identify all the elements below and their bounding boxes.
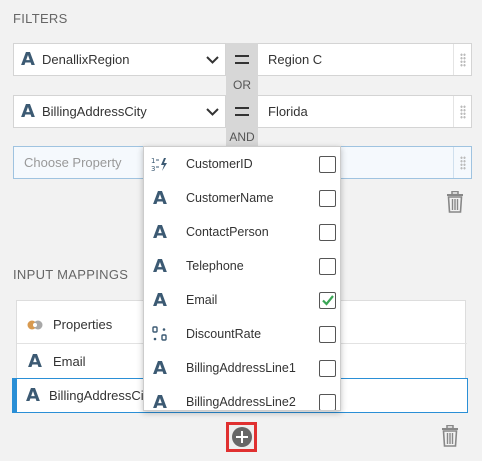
drag-handle-icon[interactable] — [453, 96, 471, 127]
decimal-type-icon — [144, 317, 176, 351]
filter-row: A DenallixRegion Region C — [13, 43, 472, 76]
mapping-label: Email — [53, 353, 86, 369]
property-label: BillingAddressCity — [42, 104, 147, 119]
checkbox[interactable] — [319, 393, 336, 410]
dropdown-item[interactable]: A BillingAddressLine2 — [144, 385, 340, 411]
auto-number-icon: 1 3 — [144, 147, 176, 181]
value-input[interactable]: Region C — [258, 43, 472, 76]
checkbox[interactable] — [319, 257, 336, 275]
dropdown-item-label: CustomerID — [186, 157, 253, 171]
operator-equals-button[interactable] — [226, 43, 258, 76]
text-type-icon: A — [153, 289, 167, 311]
checkbox[interactable] — [319, 325, 336, 343]
svg-text:1: 1 — [151, 157, 155, 165]
dropdown-item[interactable]: 1 3 CustomerID — [144, 147, 340, 181]
properties-icon — [17, 318, 53, 332]
checkbox[interactable] — [319, 223, 336, 241]
dropdown-item-label: BillingAddressLine1 — [186, 361, 296, 375]
add-mapping-button[interactable] — [226, 422, 257, 452]
dropdown-item[interactable]: A Telephone — [144, 249, 340, 283]
choose-property-placeholder: Choose Property — [24, 155, 122, 170]
property-select[interactable]: A BillingAddressCity — [13, 95, 226, 128]
checkbox[interactable] — [319, 189, 336, 207]
drag-handle-icon[interactable] — [453, 44, 471, 75]
delete-mapping-button[interactable] — [441, 424, 459, 450]
logic-and[interactable]: AND — [226, 128, 258, 146]
dropdown-item-label: BillingAddressLine2 — [186, 395, 296, 409]
equals-icon — [235, 107, 249, 116]
checkbox[interactable] — [319, 155, 336, 173]
dropdown-item[interactable]: A ContactPerson — [144, 215, 340, 249]
text-type-icon: A — [153, 221, 167, 243]
text-type-icon: A — [21, 101, 35, 122]
dropdown-item-label: Telephone — [186, 259, 244, 273]
value-input[interactable]: Florida — [258, 95, 472, 128]
text-type-icon: A — [28, 350, 42, 372]
text-type-icon: A — [153, 391, 167, 411]
text-type-icon: A — [153, 357, 167, 379]
value-text: Region C — [268, 52, 323, 67]
checkmark-icon — [321, 295, 334, 306]
checkbox-checked[interactable] — [319, 291, 336, 309]
svg-text:3: 3 — [151, 165, 155, 172]
property-select[interactable]: A DenallixRegion — [13, 43, 226, 76]
text-type-icon: A — [26, 385, 40, 406]
trash-icon — [442, 424, 458, 447]
logic-or[interactable]: OR — [226, 76, 258, 95]
dropdown-item-label: Email — [186, 293, 218, 307]
text-type-icon: A — [153, 255, 167, 277]
value-text: Florida — [268, 104, 308, 119]
dropdown-item-label: CustomerName — [186, 191, 274, 205]
chevron-down-icon[interactable] — [199, 96, 225, 127]
filter-row: A BillingAddressCity Florida — [13, 95, 472, 128]
trash-icon — [447, 190, 463, 213]
text-type-icon: A — [21, 49, 35, 70]
delete-filter-button[interactable] — [446, 190, 464, 216]
mapping-label: BillingAddressCi — [49, 388, 144, 403]
operator-equals-button[interactable] — [226, 95, 258, 128]
dropdown-item-label: ContactPerson — [186, 225, 269, 239]
dropdown-item[interactable]: A CustomerName — [144, 181, 340, 215]
filters-title: FILTERS — [13, 11, 68, 26]
plus-circle-icon — [231, 427, 252, 447]
dropdown-item[interactable]: A BillingAddressLine1 — [144, 351, 340, 385]
dropdown-item[interactable]: A Email — [144, 283, 340, 317]
properties-header-label: Properties — [53, 317, 113, 332]
chevron-down-icon[interactable] — [199, 44, 225, 75]
input-mappings-title: INPUT MAPPINGS — [13, 267, 129, 282]
text-type-icon: A — [153, 187, 167, 209]
drag-handle-icon[interactable] — [453, 147, 471, 178]
dropdown-item-label: DiscountRate — [186, 327, 262, 341]
property-dropdown: 1 3 CustomerID A CustomerName A ContactP… — [143, 146, 341, 411]
checkbox[interactable] — [319, 359, 336, 377]
property-label: DenallixRegion — [42, 52, 130, 67]
dropdown-item[interactable]: DiscountRate — [144, 317, 340, 351]
equals-icon — [235, 55, 249, 64]
